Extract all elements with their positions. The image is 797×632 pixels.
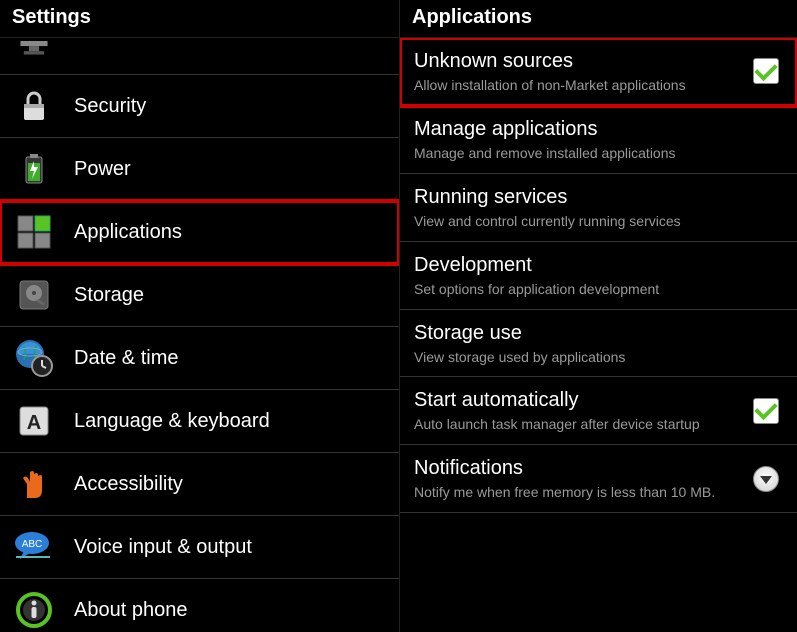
settings-item-applications[interactable]: Applications <box>0 201 399 264</box>
settings-list: Security Power Applications Storage Date <box>0 38 399 632</box>
app-item-subtitle: View storage used by applications <box>414 348 783 367</box>
settings-item-security[interactable]: Security <box>0 75 399 138</box>
checkbox-unknown-sources[interactable] <box>753 58 779 84</box>
app-item-title: Start automatically <box>414 387 749 413</box>
app-item-development[interactable]: Development Set options for application … <box>400 242 797 310</box>
app-item-subtitle: Manage and remove installed applications <box>414 144 783 163</box>
settings-item-label: Storage <box>74 284 144 307</box>
settings-item-label: Voice input & output <box>74 536 252 559</box>
settings-item-label: About phone <box>74 599 187 622</box>
app-item-manage-applications[interactable]: Manage applications Manage and remove in… <box>400 106 797 174</box>
checkbox-start-automatically[interactable] <box>753 398 779 424</box>
app-item-notifications[interactable]: Notifications Notify me when free memory… <box>400 445 797 513</box>
globe-clock-icon <box>12 336 56 380</box>
settings-item-label: Date & time <box>74 347 178 370</box>
battery-icon <box>12 147 56 191</box>
app-item-subtitle: Auto launch task manager after device st… <box>414 415 749 434</box>
settings-header: Settings <box>0 0 399 38</box>
settings-item-label: Security <box>74 95 146 118</box>
app-item-title: Notifications <box>414 455 749 481</box>
app-item-title: Storage use <box>414 320 783 346</box>
app-item-title: Development <box>414 252 783 278</box>
svg-text:ABC: ABC <box>22 539 43 550</box>
apps-grid-icon <box>12 210 56 254</box>
speech-bubble-icon: ABC <box>12 525 56 569</box>
app-item-title: Unknown sources <box>414 48 749 74</box>
lock-icon <box>12 84 56 128</box>
settings-item-label: Applications <box>74 221 182 244</box>
app-item-subtitle: Notify me when free memory is less than … <box>414 483 749 502</box>
settings-item-partial[interactable] <box>0 38 399 75</box>
settings-item-datetime[interactable]: Date & time <box>0 327 399 390</box>
app-item-subtitle: View and control currently running servi… <box>414 212 783 231</box>
app-item-running-services[interactable]: Running services View and control curren… <box>400 174 797 242</box>
hand-icon <box>12 462 56 506</box>
letter-a-icon: A <box>12 399 56 443</box>
settings-panel: Settings Security Power Applications <box>0 0 400 632</box>
app-item-unknown-sources[interactable]: Unknown sources Allow installation of no… <box>400 38 797 106</box>
app-item-subtitle: Set options for application development <box>414 280 783 299</box>
svg-text:A: A <box>27 412 41 434</box>
settings-item-power[interactable]: Power <box>0 138 399 201</box>
settings-item-langkb[interactable]: A Language & keyboard <box>0 390 399 453</box>
app-item-title: Manage applications <box>414 116 783 142</box>
settings-item-about[interactable]: About phone <box>0 579 399 632</box>
monitor-icon <box>12 38 56 66</box>
applications-header: Applications <box>400 0 797 38</box>
app-item-storage-use[interactable]: Storage use View storage used by applica… <box>400 310 797 378</box>
applications-panel: Applications Unknown sources Allow insta… <box>400 0 797 632</box>
app-item-title: Running services <box>414 184 783 210</box>
app-item-subtitle: Allow installation of non-Market applica… <box>414 76 749 95</box>
settings-item-label: Power <box>74 158 131 181</box>
applications-list: Unknown sources Allow installation of no… <box>400 38 797 632</box>
expander-notifications[interactable] <box>753 466 779 492</box>
app-item-start-automatically[interactable]: Start automatically Auto launch task man… <box>400 377 797 445</box>
settings-item-label: Language & keyboard <box>74 410 270 433</box>
hdd-icon <box>12 273 56 317</box>
settings-item-label: Accessibility <box>74 473 183 496</box>
settings-item-accessibility[interactable]: Accessibility <box>0 453 399 516</box>
settings-item-voice[interactable]: ABC Voice input & output <box>0 516 399 579</box>
info-icon <box>12 588 56 632</box>
settings-item-storage[interactable]: Storage <box>0 264 399 327</box>
